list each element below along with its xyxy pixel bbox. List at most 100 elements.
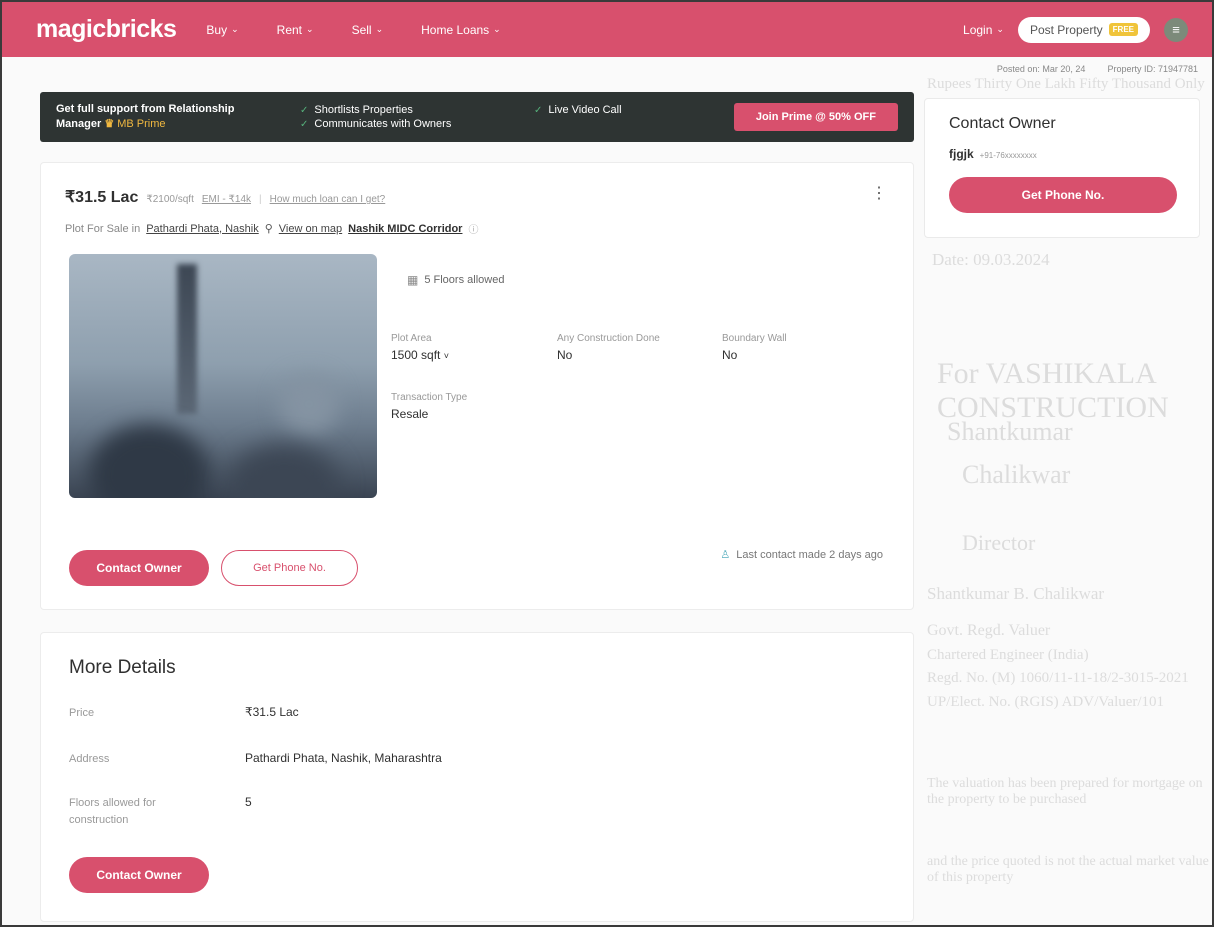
main-nav: Buy ⌄ Rent ⌄ Sell ⌄ Home Loans ⌄: [206, 23, 500, 37]
detail-key: Price: [69, 707, 95, 719]
person-icon: ♙: [720, 549, 731, 561]
posted-info: Posted on: Mar 20, 24 Property ID: 71947…: [997, 64, 1198, 74]
prime-banner-line1: Get full support from Relationship: [56, 103, 235, 115]
join-prime-button[interactable]: Join Prime @ 50% OFF: [733, 103, 898, 131]
more-details-title: More Details: [69, 657, 176, 678]
free-badge: FREE: [1108, 23, 1138, 36]
nav-sell-label: Sell: [351, 22, 372, 37]
background-text: Shantkumar: [947, 417, 1073, 446]
listing-actions: Contact Owner Get Phone No.: [69, 550, 358, 586]
prime-feature: ✓ Live Video Call: [534, 104, 694, 116]
owner-phone-masked: +91-76xxxxxxxx: [979, 151, 1037, 160]
get-phone-button[interactable]: Get Phone No.: [221, 550, 358, 586]
map-pin-icon: ⚲: [264, 223, 273, 235]
view-on-map-link[interactable]: View on map: [279, 223, 342, 235]
prime-banner-line2: Manager ♛ MB Prime: [56, 117, 294, 132]
photo-detail: [279, 374, 339, 434]
more-options-icon[interactable]: ⋮: [871, 183, 887, 203]
attr-transaction-type: Transaction Type Resale: [391, 392, 557, 421]
page-frame: Rupees Thirty One Lakh Fifty Thousand On…: [0, 0, 1214, 927]
info-icon[interactable]: ⓘ: [468, 221, 478, 236]
chevron-down-icon: ⌄: [306, 24, 314, 34]
listing-price: ₹31.5 Lac: [65, 189, 139, 206]
photo-tower: [177, 264, 197, 414]
detail-value: ₹31.5 Lac: [245, 705, 299, 719]
locality-link[interactable]: Pathardi Phata, Nashik: [146, 223, 259, 235]
loan-eligibility-link[interactable]: How much loan can I get?: [270, 194, 386, 205]
prime-feature: ✓ Communicates with Owners: [300, 118, 534, 130]
attr-plot-area: Plot Area 1500 sqft ˅: [391, 333, 557, 362]
attr-value: No: [557, 348, 573, 362]
corridor-link[interactable]: Nashik MIDC Corridor: [348, 223, 462, 235]
attr-label: Boundary Wall: [722, 333, 787, 344]
owner-info: fjgjk +91-76xxxxxxxx: [949, 147, 1175, 161]
separator: |: [259, 194, 262, 205]
attr-label: Transaction Type: [391, 392, 468, 403]
posted-date: Posted on: Mar 20, 24: [996, 64, 1086, 74]
owner-name: fjgjk: [949, 147, 974, 161]
mb-prime-brand: MB Prime: [117, 118, 166, 130]
property-photo[interactable]: [69, 254, 377, 498]
magicbricks-logo[interactable]: magicbricks: [36, 15, 177, 44]
floors-allowed-label: 5 Floors allowed: [424, 274, 505, 286]
background-text: Chalikwar: [962, 460, 1071, 489]
chevron-down-icon: ⌄: [375, 24, 384, 34]
contact-owner-button[interactable]: Contact Owner: [69, 857, 209, 893]
attr-value: No: [722, 348, 738, 362]
floors-allowed: ▦ 5 Floors allowed: [407, 273, 504, 287]
price-row: ₹31.5 Lac ₹2100/sqft EMI - ₹14k | How mu…: [65, 187, 385, 207]
background-text: For VASHIKALA CONSTRUCTION: [937, 357, 1169, 424]
location-row: Plot For Sale in Pathardi Phata, Nashik …: [65, 221, 478, 237]
crown-icon: ♛: [104, 118, 115, 130]
background-text: Chartered Engineer (India): [927, 647, 1089, 663]
nav-home-loans[interactable]: Home Loans ⌄: [421, 23, 501, 37]
detail-value: Pathardi Phata, Nashik, Maharashtra: [245, 751, 442, 765]
emi-link[interactable]: EMI - ₹14k: [202, 194, 251, 205]
login-button[interactable]: Login ⌄: [963, 23, 1004, 37]
property-attributes: Plot Area 1500 sqft ˅ Any Construction D…: [391, 333, 842, 421]
prime-feature-label: Communicates with Owners: [314, 118, 452, 130]
attr-label: Plot Area: [391, 333, 432, 344]
more-details-actions: Contact Owner: [69, 857, 209, 893]
nav-rent[interactable]: Rent ⌄: [277, 23, 314, 37]
nav-buy-label: Buy: [206, 22, 228, 37]
attr-construction-done: Any Construction Done No: [557, 333, 722, 362]
prime-banner-text: Get full support from Relationship Manag…: [56, 102, 294, 132]
background-text: UP/Elect. No. (RGIS) ADV/Valuer/101: [927, 694, 1165, 710]
prime-feature: ✓ Shortlists Properties: [300, 104, 534, 116]
detail-key: Address: [69, 753, 110, 765]
building-icon: ▦: [407, 273, 419, 287]
background-text: Shantkumar B. Chalikwar: [927, 584, 1105, 603]
detail-value: 5: [245, 795, 252, 809]
property-listing-card: ₹31.5 Lac ₹2100/sqft EMI - ₹14k | How mu…: [40, 162, 914, 610]
get-phone-button[interactable]: Get Phone No.: [949, 177, 1177, 213]
hamburger-menu-icon[interactable]: ≡: [1164, 17, 1188, 42]
contact-owner-button[interactable]: Contact Owner: [69, 550, 209, 586]
more-details-card: More Details Price ₹31.5 Lac Address Pat…: [40, 632, 914, 922]
nav-home-loans-label: Home Loans: [421, 22, 490, 37]
chevron-down-icon: ⌄: [231, 24, 239, 34]
nav-sell[interactable]: Sell ⌄: [352, 23, 384, 37]
mb-prime-banner: Get full support from Relationship Manag…: [40, 92, 914, 142]
background-text: Rupees Thirty One Lakh Fifty Thousand On…: [927, 76, 1205, 92]
attr-value[interactable]: 1500 sqft ˅: [391, 348, 557, 362]
background-text: Director: [962, 530, 1036, 555]
check-icon: ✓: [300, 104, 309, 116]
chevron-down-icon: ⌄: [493, 24, 501, 34]
attr-boundary-wall: Boundary Wall No: [722, 333, 842, 362]
prime-banner-prefix: Manager: [56, 118, 102, 130]
header-actions: Login ⌄ Post Property FREE ≡: [963, 16, 1188, 43]
chevron-down-icon: ˅: [443, 351, 449, 361]
attr-value: Resale: [391, 407, 429, 421]
post-property-button[interactable]: Post Property FREE: [1017, 16, 1150, 43]
login-label: Login: [963, 22, 993, 37]
contact-owner-card: Contact Owner fjgjk +91-76xxxxxxxx Get P…: [924, 98, 1200, 238]
check-icon: ✓: [534, 104, 543, 116]
nav-buy[interactable]: Buy ⌄: [206, 23, 238, 37]
chevron-down-icon: ⌄: [996, 24, 1004, 34]
property-id: Property ID: 71947781: [1107, 64, 1198, 74]
last-contact-info: ♙ Last contact made 2 days ago: [720, 548, 883, 562]
background-text: The valuation has been prepared for mort…: [927, 776, 1203, 807]
detail-row-floors: Floors allowed for construction 5: [69, 795, 252, 829]
nav-rent-label: Rent: [276, 22, 303, 37]
